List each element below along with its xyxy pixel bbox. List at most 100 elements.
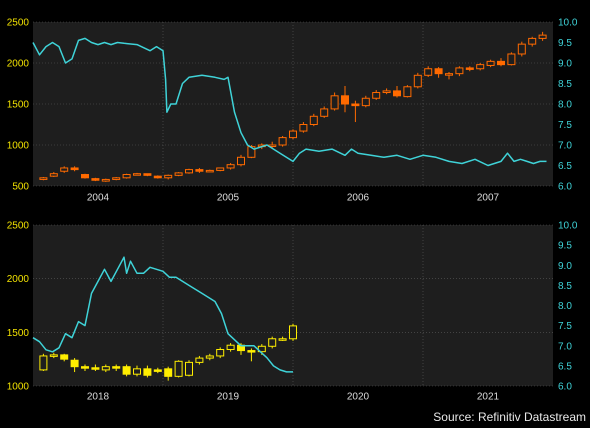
candle-body	[91, 178, 100, 181]
candle-body	[382, 90, 391, 94]
right-axis-tick-label: 9.5	[558, 241, 572, 252]
candle-body	[226, 344, 235, 351]
x-axis-tick-label: 2018	[87, 392, 110, 403]
candle-body	[445, 73, 453, 76]
left-axis-tick-label: 2000	[7, 59, 30, 70]
candle-body	[528, 37, 537, 45]
candle-body	[101, 366, 110, 371]
right-axis-tick-label: 7.5	[558, 120, 572, 131]
candle-body	[226, 164, 235, 169]
candle-body	[91, 367, 100, 370]
candle-body	[299, 124, 308, 132]
candle-body	[486, 60, 495, 66]
candle-body	[361, 97, 370, 107]
candle-body	[413, 74, 422, 88]
candle-body	[372, 92, 381, 99]
right-axis-tick-label: 8.5	[558, 79, 572, 90]
candle-body	[174, 360, 183, 377]
x-axis-tick-label: 2004	[87, 193, 110, 204]
candle-body	[538, 34, 547, 39]
candle-body	[39, 355, 48, 371]
candle-body	[60, 354, 69, 360]
candle-body	[195, 169, 204, 172]
right-axis-tick-label: 7.0	[558, 141, 572, 152]
candle-body	[143, 173, 152, 176]
candle-body	[517, 43, 526, 55]
candle-body	[237, 156, 245, 166]
candle-body	[60, 167, 69, 172]
candle-body	[112, 177, 121, 180]
candle-body	[216, 349, 225, 357]
candle-body	[143, 368, 152, 376]
candle-body	[49, 354, 58, 357]
right-axis-tick-label: 8.5	[558, 281, 572, 292]
x-axis-tick-label: 2006	[347, 193, 370, 204]
right-axis-tick-label: 6.0	[558, 182, 572, 193]
candle-body	[70, 167, 79, 171]
candle-body	[81, 174, 89, 179]
right-axis-tick-label: 8.0	[558, 301, 572, 312]
right-axis-tick-label: 10.0	[558, 221, 578, 232]
x-axis-tick-label: 2019	[217, 392, 240, 403]
right-axis-tick-label: 9.5	[558, 38, 572, 49]
x-axis-tick-label: 2007	[477, 193, 500, 204]
candle-body	[403, 86, 412, 98]
candle-body	[351, 103, 360, 107]
left-axis-tick-label: 500	[12, 182, 29, 193]
left-axis-tick-label: 1000	[7, 382, 30, 393]
candle-body	[164, 368, 173, 377]
candle-body	[507, 53, 516, 66]
chart: 500 1000 1500 2000 2500 6.0 6.5 7.0 7.5 8.0 8.5 9.0…	[7, 18, 586, 425]
right-axis-tick-label: 9.0	[558, 59, 572, 70]
candle-body	[122, 174, 131, 179]
candle-body	[205, 169, 214, 173]
right-axis-tick-label: 6.0	[558, 382, 572, 393]
right-axis-tick-label: 10.0	[558, 18, 578, 29]
candle-body	[393, 90, 401, 97]
candle-body	[497, 60, 505, 66]
candle-body	[289, 325, 297, 340]
right-axis-tick-label: 7.5	[558, 321, 572, 332]
left-axis-tick-label: 1000	[7, 141, 30, 152]
candle-body	[465, 67, 474, 70]
right-axis-tick-label: 9.0	[558, 261, 572, 272]
left-axis-tick-label: 2500	[7, 221, 30, 232]
candle-body	[185, 361, 193, 376]
candle-body	[112, 366, 121, 369]
candle-body	[122, 366, 131, 375]
candle-body	[455, 67, 464, 75]
candle-body	[278, 338, 287, 341]
x-axis-tick-label: 2005	[217, 193, 240, 204]
chart-panel-1: 500 1000 1500 2000 2500 6.0 6.5 7.0 7.5 8.0 8.5 9.0…	[7, 18, 578, 204]
candle-body	[289, 130, 297, 139]
candle-body	[49, 173, 58, 177]
candle-body	[153, 175, 162, 179]
left-axis-tick-label: 1500	[7, 328, 30, 339]
candle-body	[320, 108, 329, 117]
candle-body	[476, 64, 485, 70]
source-caption: Source: Refinitiv Datastream	[433, 410, 586, 424]
candle-body	[174, 172, 183, 176]
x-axis-tick-label: 2020	[347, 392, 370, 403]
candle-body	[195, 357, 204, 363]
left-axis-tick-label: 2000	[7, 274, 30, 285]
candle-body	[216, 167, 225, 171]
right-axis-tick-label: 6.5	[558, 161, 572, 172]
candle-body	[39, 177, 48, 180]
x-axis-tick-label: 2021	[477, 392, 500, 403]
candle-body	[185, 169, 193, 174]
candle-body	[164, 174, 173, 179]
left-axis-tick-label: 2500	[7, 18, 30, 29]
candle-body	[133, 368, 141, 375]
candle-body	[153, 369, 162, 372]
candle-body	[205, 355, 214, 359]
candle-body	[424, 68, 433, 76]
candle-body	[101, 178, 110, 182]
chart-panel-2: 1000 1500 2000 2500 6.0 6.5 7.0 7.5 8.0 8.5 9.0 9.5…	[7, 221, 578, 403]
candle-body	[268, 338, 277, 347]
candle-body	[278, 137, 287, 146]
candle-body	[81, 366, 89, 369]
right-axis-tick-label: 6.5	[558, 361, 572, 372]
candle-body	[70, 359, 79, 368]
left-axis-tick-label: 1500	[7, 100, 30, 111]
